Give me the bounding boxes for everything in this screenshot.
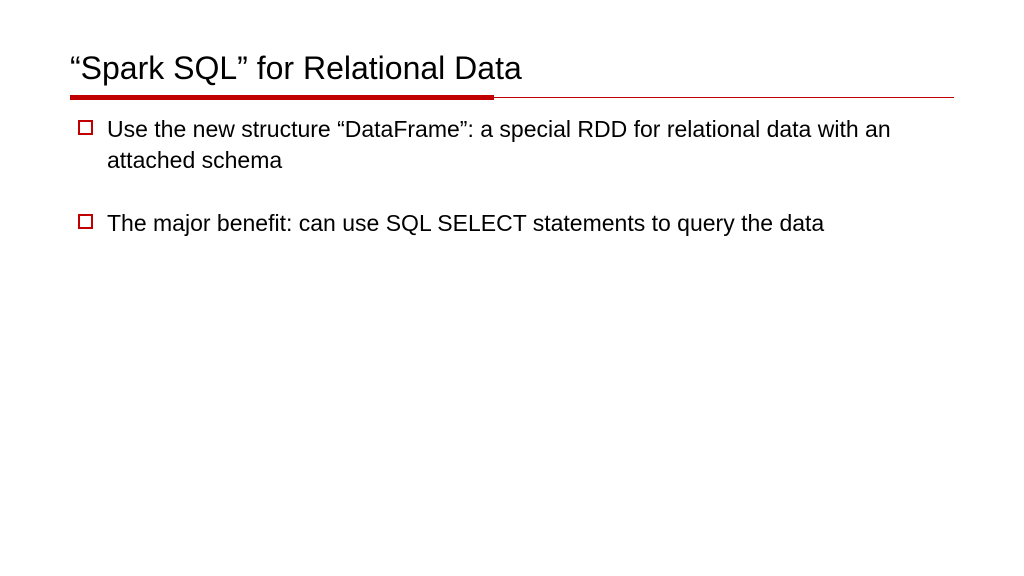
bullet-list: Use the new structure “DataFrame”: a spe… <box>70 114 954 239</box>
bullet-text: Use the new structure “DataFrame”: a spe… <box>107 114 954 176</box>
title-underline <box>70 95 954 96</box>
list-item: The major benefit: can use SQL SELECT st… <box>78 208 954 239</box>
slide-title: “Spark SQL” for Relational Data <box>70 50 954 87</box>
square-bullet-icon <box>78 214 93 229</box>
square-bullet-icon <box>78 120 93 135</box>
list-item: Use the new structure “DataFrame”: a spe… <box>78 114 954 176</box>
bullet-text: The major benefit: can use SQL SELECT st… <box>107 208 824 239</box>
